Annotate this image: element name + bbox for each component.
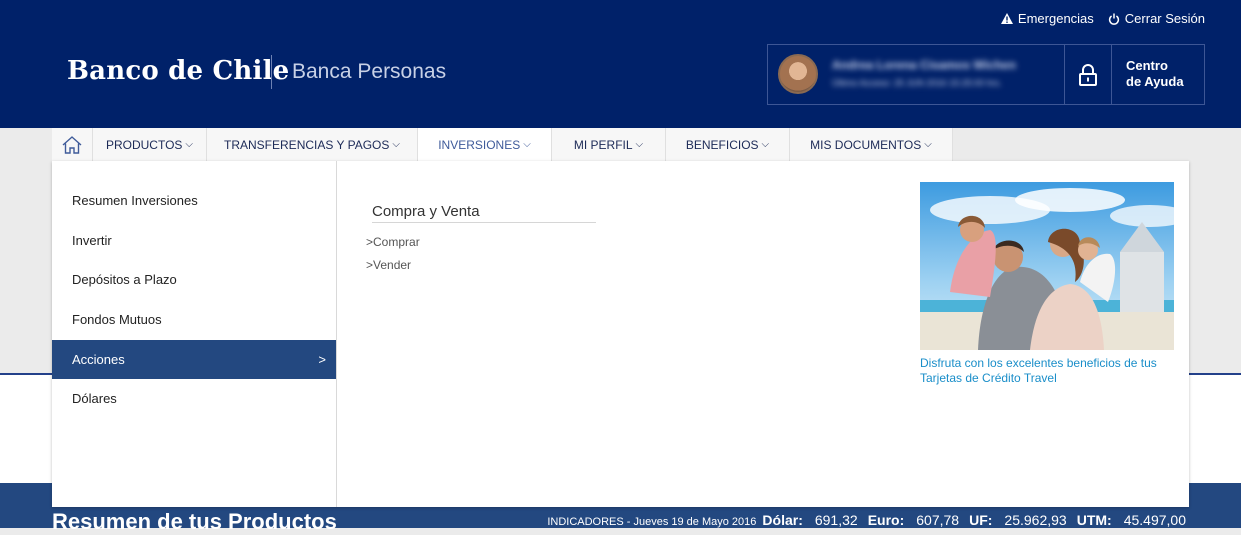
menu-item-label: Invertir	[72, 233, 112, 248]
home-icon	[62, 135, 82, 154]
promo-link[interactable]: Disfruta con los excelentes beneficios d…	[920, 356, 1180, 386]
nav-mis-documentos[interactable]: MIS DOCUMENTOS ⌵	[790, 128, 953, 161]
logo-divider	[271, 55, 272, 89]
utm-label: UTM:	[1076, 512, 1112, 528]
chevron-down-icon: ⌵	[392, 139, 400, 150]
euro-value: 607,78	[916, 512, 960, 528]
indicators-date: INDICADORES - Jueves 19 de Mayo 2016	[547, 516, 757, 528]
menu-item-label: Depósitos a Plazo	[72, 272, 177, 287]
chevron-right-icon: >	[366, 258, 374, 272]
menu-item-invertir[interactable]: Invertir	[52, 221, 336, 260]
submenu-link-vender[interactable]: >Vender	[366, 258, 411, 272]
help-line-2: de Ayuda	[1126, 74, 1184, 89]
menu-item-depositos-a-plazo[interactable]: Depósitos a Plazo	[52, 260, 336, 299]
submenu-link-label: Vender	[373, 258, 412, 272]
nav-label: TRANSFERENCIAS Y PAGOS	[224, 137, 390, 152]
user-panel: Andrea Lorena Cisamos Wichen Último Acce…	[767, 44, 1205, 105]
lock-button[interactable]	[1064, 45, 1112, 104]
uf-label: UF:	[969, 512, 993, 528]
chevron-down-icon: ⌵	[523, 139, 531, 150]
euro-label: Euro:	[867, 512, 905, 528]
header: Emergencias Cerrar Sesión Banco de Chile…	[0, 0, 1241, 128]
nav-mi-perfil[interactable]: MI PERFIL ⌵	[552, 128, 666, 161]
uf-value: 25.962,93	[1004, 512, 1067, 528]
warning-icon	[1000, 13, 1013, 24]
chevron-down-icon: ⌵	[185, 139, 194, 150]
promo-image[interactable]	[920, 182, 1174, 350]
inversiones-dropdown: Resumen Inversiones Invertir Depósitos a…	[52, 161, 1189, 507]
submenu-link-label: Comprar	[373, 235, 420, 249]
section-title: Banca Personas	[292, 60, 447, 83]
nav-label: PRODUCTOS	[105, 137, 183, 152]
nav-label: MI PERFIL	[573, 137, 633, 152]
dropdown-menu: Resumen Inversiones Invertir Depósitos a…	[52, 161, 337, 507]
indicators: INDICADORES - Jueves 19 de Mayo 2016 Dól…	[547, 512, 1186, 528]
chevron-down-icon: ⌵	[761, 139, 770, 150]
user-info: Andrea Lorena Cisamos Wichen Último Acce…	[832, 58, 1016, 88]
help-line-1: Centro	[1126, 58, 1168, 73]
nav-productos[interactable]: PRODUCTOS ⌵	[93, 128, 207, 161]
user-last-access: Último Acceso: 25 JUN 2016 15:25:00 hrs.	[832, 78, 1002, 88]
emergencias-link[interactable]: Emergencias	[1000, 11, 1094, 26]
nav-label: BENEFICIOS	[685, 137, 759, 152]
utm-value: 45.497,00	[1123, 512, 1186, 528]
menu-item-resumen-inversiones[interactable]: Resumen Inversiones	[52, 181, 336, 220]
user-name: Andrea Lorena Cisamos Wichen	[832, 58, 1016, 72]
menu-item-label: Resumen Inversiones	[72, 193, 198, 208]
chevron-down-icon: ⌵	[924, 139, 932, 150]
nav-beneficios[interactable]: BENEFICIOS ⌵	[666, 128, 790, 161]
submenu-link-comprar[interactable]: >Comprar	[366, 235, 420, 249]
menu-item-label: Fondos Mutuos	[72, 312, 162, 327]
submenu-title: Compra y Venta	[372, 203, 596, 223]
nav-home[interactable]	[52, 128, 93, 161]
lock-icon	[1079, 63, 1097, 86]
logout-label: Cerrar Sesión	[1124, 11, 1205, 26]
menu-item-label: Acciones	[72, 352, 125, 367]
bank-logo[interactable]: Banco de Chile	[67, 56, 289, 86]
top-links: Emergencias Cerrar Sesión	[1000, 11, 1205, 26]
chevron-down-icon: ⌵	[635, 139, 644, 150]
power-icon	[1108, 13, 1119, 25]
dolar-value: 691,32	[814, 512, 858, 528]
menu-item-label: Dólares	[72, 391, 117, 406]
nav-inversiones[interactable]: INVERSIONES ⌵	[418, 128, 552, 161]
chevron-right-icon: >	[366, 235, 374, 249]
menu-item-fondos-mutuos[interactable]: Fondos Mutuos	[52, 300, 336, 339]
logout-link[interactable]: Cerrar Sesión	[1108, 11, 1205, 26]
menu-item-dolares[interactable]: Dólares	[52, 379, 336, 418]
nav-transferencias[interactable]: TRANSFERENCIAS Y PAGOS ⌵	[207, 128, 418, 161]
help-center-button[interactable]: Centro de Ayuda	[1126, 58, 1184, 90]
page-title: Resumen de tus Productos	[52, 509, 337, 534]
menu-item-acciones[interactable]: Acciones >	[52, 340, 336, 379]
emergencias-label: Emergencias	[1017, 11, 1094, 26]
main-nav: PRODUCTOS ⌵ TRANSFERENCIAS Y PAGOS ⌵ INVER…	[52, 128, 953, 161]
avatar[interactable]	[778, 54, 818, 94]
nav-label: MIS DOCUMENTOS	[810, 137, 922, 152]
nav-label: INVERSIONES	[438, 137, 521, 152]
chevron-right-icon: >	[318, 352, 326, 367]
dolar-label: Dólar:	[762, 512, 803, 528]
